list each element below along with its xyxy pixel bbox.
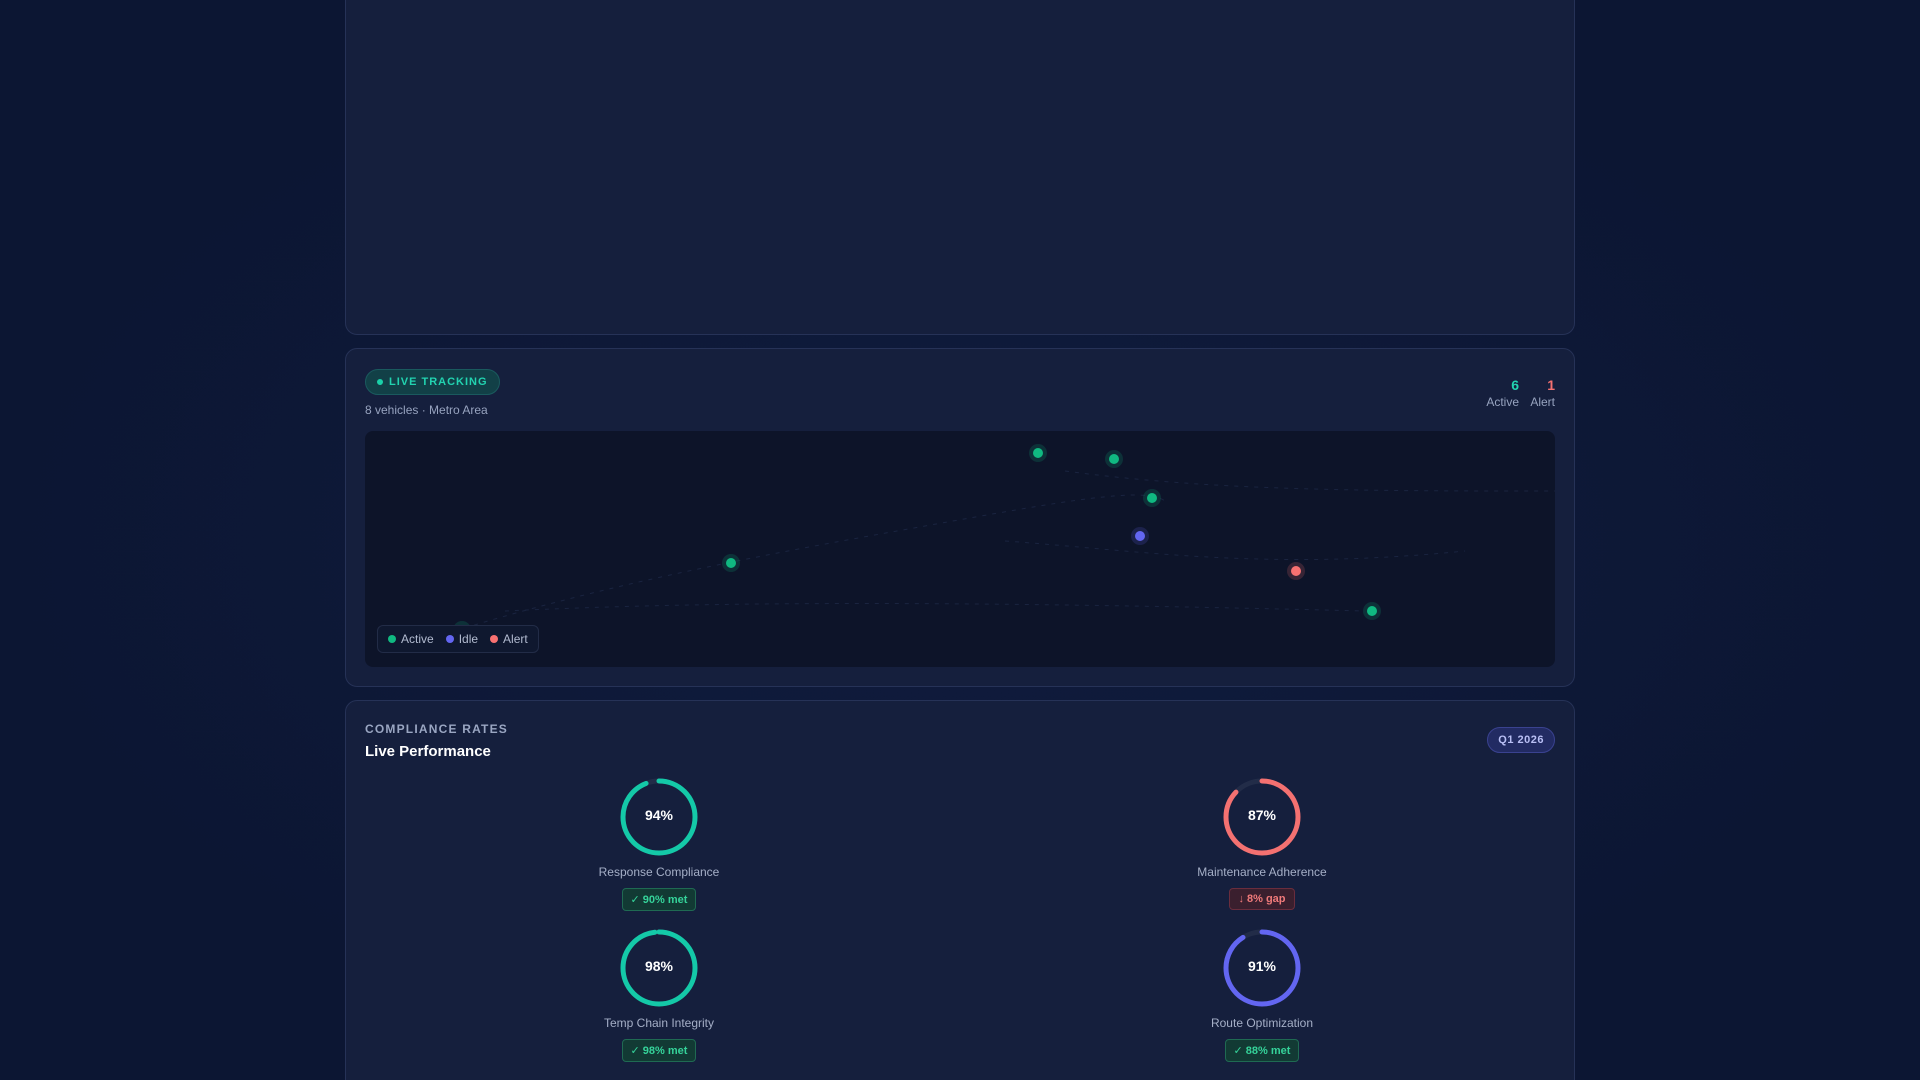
legend-alert-label: Alert <box>503 632 528 646</box>
gauge-target-badge: ✓ 90% met <box>621 888 697 911</box>
compliance-eyebrow: COMPLIANCE RATES <box>365 722 508 736</box>
map-legend: Active Idle Alert <box>377 625 539 653</box>
legend-active-dot <box>388 635 396 643</box>
live-tracking-badge: LIVE TRACKING <box>365 369 500 395</box>
vehicle-marker-active[interactable] <box>1367 606 1377 616</box>
gauge-value: 98% <box>644 958 674 974</box>
map-route <box>504 603 1366 612</box>
compliance-panel: COMPLIANCE RATES Live Performance Q1 202… <box>345 700 1575 1080</box>
map-route <box>1064 470 1555 492</box>
map-route <box>454 494 1166 632</box>
gauge-value: 87% <box>1247 807 1277 823</box>
map-route <box>1004 540 1466 561</box>
legend-idle-label: Idle <box>458 632 479 646</box>
gauge-response-compliance: 94% Response Compliance ✓ 90% met <box>559 777 759 911</box>
legend-item-idle: Idle <box>445 632 479 646</box>
gauge-route-optimization: 91% Route Optimization ✓ 88% met <box>1162 928 1362 1062</box>
gauge-target-badge: ✓ 88% met <box>1224 1039 1300 1062</box>
vehicle-map-canvas <box>453 444 1555 639</box>
vehicle-marker-active[interactable] <box>726 558 736 568</box>
legend-item-alert: Alert <box>490 632 528 646</box>
vehicle-marker-active[interactable] <box>1033 448 1043 458</box>
overview-panel <box>345 0 1575 335</box>
alert-count-value: 1 <box>1547 377 1555 393</box>
gauge-value: 94% <box>644 807 674 823</box>
legend-item-active: Active <box>388 632 434 646</box>
map-routes <box>454 470 1555 632</box>
legend-active-label: Active <box>401 632 434 646</box>
gauge-maintenance-adherence: 87% Maintenance Adherence ↓ 8% gap <box>1162 777 1362 910</box>
gauge-value: 91% <box>1247 958 1277 974</box>
period-badge[interactable]: Q1 2026 <box>1487 727 1555 753</box>
gauge-label: Response Compliance <box>598 865 720 879</box>
alert-count-stat: 1 Alert <box>1530 377 1555 409</box>
active-count-value: 6 <box>1511 377 1519 393</box>
vehicle-marker-active[interactable] <box>1109 454 1119 464</box>
gauge-label: Route Optimization <box>1210 1016 1314 1030</box>
gauge-gap-badge: ↓ 8% gap <box>1229 888 1295 910</box>
legend-idle-dot <box>445 635 454 643</box>
live-tracking-panel: LIVE TRACKING 8 vehicles · Metro Area 6 … <box>345 348 1575 687</box>
live-status-dot <box>377 379 383 385</box>
vehicle-marker-active[interactable] <box>1147 493 1157 503</box>
legend-alert-dot <box>490 635 499 643</box>
tracking-subtitle: 8 vehicles · Metro Area <box>365 403 488 417</box>
active-count-stat: 6 Active <box>1486 377 1519 409</box>
active-count-label: Active <box>1486 395 1519 409</box>
compliance-title: Live Performance <box>365 743 491 760</box>
vehicle-marker-idle[interactable] <box>1135 531 1145 541</box>
gauge-label: Maintenance Adherence <box>1197 865 1327 879</box>
vehicle-map[interactable]: Active Idle Alert <box>365 431 1555 667</box>
alert-count-label: Alert <box>1530 395 1555 409</box>
gauge-target-badge: ✓ 98% met <box>621 1039 697 1062</box>
vehicle-marker-alert[interactable] <box>1291 566 1301 576</box>
vehicle-markers <box>453 444 1381 639</box>
gauge-temp-chain-integrity: 98% Temp Chain Integrity ✓ 98% met <box>559 928 759 1062</box>
gauge-label: Temp Chain Integrity <box>603 1016 715 1030</box>
live-tracking-badge-label: LIVE TRACKING <box>389 376 488 388</box>
